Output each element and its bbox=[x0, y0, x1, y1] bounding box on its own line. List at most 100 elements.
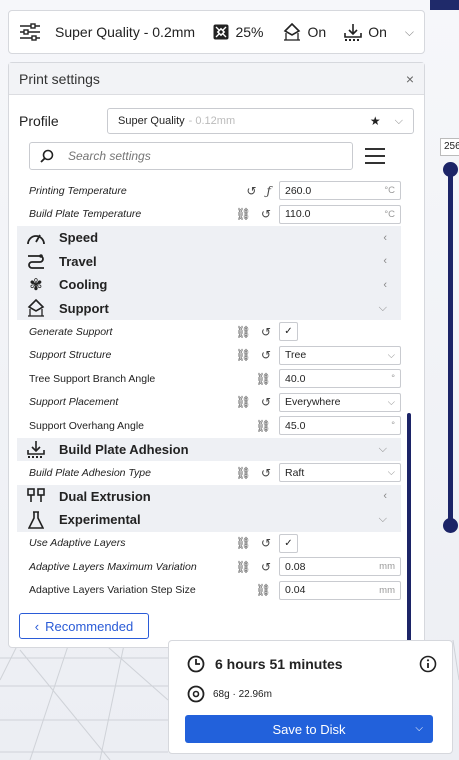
setting-label: Printing Temperature bbox=[29, 184, 127, 197]
category-dual-extrusion[interactable]: Dual Extrusion ‹ bbox=[17, 484, 401, 508]
support-structure-select[interactable]: Tree ⌵ bbox=[279, 345, 401, 365]
setting-row-printing-temperature: Printing Temperature ↺ ƒ 260.0 °C bbox=[29, 179, 401, 203]
chevron-left-icon: ‹ bbox=[383, 255, 387, 268]
star-icon[interactable]: ★ bbox=[370, 114, 381, 128]
panel-title: Print settings bbox=[19, 70, 100, 87]
reset-icon[interactable]: ↺ bbox=[261, 560, 271, 574]
support-placement-select[interactable]: Everywhere ⌵ bbox=[279, 392, 401, 412]
setting-row-adaptive-max-variation: Adaptive Layers Maximum Variation ⛓ ↺ 0.0… bbox=[29, 555, 401, 579]
link-icon[interactable]: ⛓ bbox=[256, 583, 271, 597]
info-icon[interactable] bbox=[419, 655, 437, 673]
reset-icon[interactable]: ↺ bbox=[261, 325, 271, 339]
link-icon[interactable]: ⛓ bbox=[256, 419, 271, 433]
fan-icon: ✾ bbox=[29, 276, 43, 294]
layer-slider-bottom-handle[interactable] bbox=[443, 518, 458, 533]
profile-selector[interactable]: Super Quality - 0.2mm bbox=[19, 23, 195, 41]
top-bar-strip bbox=[430, 0, 459, 10]
link-icon[interactable]: ⛓ bbox=[236, 536, 251, 550]
close-icon[interactable]: × bbox=[406, 71, 414, 87]
reset-icon[interactable]: ↺ bbox=[261, 207, 271, 221]
recommended-button[interactable]: ‹ Recommended bbox=[19, 613, 149, 639]
setting-row-support-structure: Support Structure ⛓ ↺ Tree ⌵ bbox=[29, 344, 401, 368]
layer-slider-top-handle[interactable] bbox=[443, 162, 458, 177]
search-box[interactable] bbox=[29, 142, 353, 170]
clock-icon bbox=[187, 655, 205, 673]
chevron-left-icon: ‹ bbox=[34, 618, 40, 634]
infill-indicator[interactable]: 25% bbox=[213, 24, 264, 40]
reset-icon[interactable]: ↺ bbox=[246, 184, 256, 198]
category-build-plate-adhesion[interactable]: Build Plate Adhesion ⌵ bbox=[17, 437, 401, 461]
support-value: On bbox=[307, 24, 327, 40]
support-overhang-angle-field[interactable]: 45.0 ° bbox=[279, 416, 401, 436]
chevron-down-icon: ⌵ bbox=[378, 301, 387, 314]
adaptive-step-size-field[interactable]: 0.04 mm bbox=[279, 580, 401, 600]
printing-temperature-field[interactable]: 260.0 °C bbox=[279, 181, 401, 201]
layer-slider-track[interactable] bbox=[448, 168, 453, 526]
infill-value: 25% bbox=[235, 24, 264, 40]
function-icon[interactable]: ƒ bbox=[267, 184, 271, 198]
save-to-disk-button[interactable]: Save to Disk ⌵ bbox=[185, 715, 433, 743]
chevron-down-icon: ⌵ bbox=[378, 442, 387, 455]
layer-number-field[interactable]: 256 bbox=[440, 138, 459, 156]
profile-dropdown[interactable]: Super Quality - 0.12mm ★ ⌵ bbox=[107, 108, 414, 134]
tree-branch-angle-field[interactable]: 40.0 ° bbox=[279, 369, 401, 389]
travel-icon bbox=[28, 254, 44, 270]
print-setup-header[interactable]: Super Quality - 0.2mm 25% On On ⌵ bbox=[8, 10, 425, 54]
profile-row: Profile Super Quality - 0.12mm ★ ⌵ bbox=[19, 107, 414, 135]
adaptive-max-variation-field[interactable]: 0.08 mm bbox=[279, 557, 401, 577]
adhesion-icon bbox=[27, 441, 45, 459]
settings-list: Printing Temperature ↺ ƒ 260.0 °C Build P… bbox=[17, 179, 401, 602]
link-icon[interactable]: ⛓ bbox=[236, 348, 251, 362]
search-row bbox=[29, 141, 414, 171]
link-icon[interactable]: ⛓ bbox=[236, 207, 251, 221]
chevron-down-icon: ⌵ bbox=[378, 513, 387, 526]
print-time-row: 6 hours 51 minutes bbox=[187, 655, 437, 673]
setting-row-tree-branch-angle: Tree Support Branch Angle ⛓ 40.0 ° bbox=[29, 367, 401, 391]
settings-sliders-icon bbox=[20, 23, 40, 41]
adhesion-type-select[interactable]: Raft ⌵ bbox=[279, 463, 401, 483]
flask-icon bbox=[28, 510, 44, 529]
print-settings-panel: Print settings × Profile Super Quality -… bbox=[8, 62, 425, 663]
link-icon[interactable]: ⛓ bbox=[236, 395, 251, 409]
link-icon[interactable]: ⛓ bbox=[236, 560, 251, 574]
settings-scrollbar[interactable] bbox=[407, 413, 411, 663]
settings-menu-icon[interactable] bbox=[365, 148, 385, 164]
reset-icon[interactable]: ↺ bbox=[261, 536, 271, 550]
support-indicator[interactable]: On bbox=[282, 23, 327, 41]
setting-row-support-overhang-angle: Support Overhang Angle ⛓ 45.0 ° bbox=[29, 414, 401, 438]
chevron-down-icon[interactable]: ⌵ bbox=[415, 723, 423, 734]
speed-icon bbox=[27, 234, 45, 244]
header-profile-label: Super Quality - 0.2mm bbox=[55, 24, 196, 40]
reset-icon[interactable]: ↺ bbox=[261, 348, 271, 362]
category-experimental[interactable]: Experimental ⌵ bbox=[17, 508, 401, 532]
link-icon[interactable]: ⛓ bbox=[256, 372, 271, 386]
link-icon[interactable]: ⛓ bbox=[236, 325, 251, 339]
link-icon[interactable]: ⛓ bbox=[236, 466, 251, 480]
build-plate-temperature-field[interactable]: 110.0 °C bbox=[279, 204, 401, 224]
infill-icon bbox=[213, 24, 229, 40]
profile-layer-height: - 0.12mm bbox=[188, 115, 236, 127]
reset-icon[interactable]: ↺ bbox=[261, 466, 271, 480]
reset-icon[interactable]: ↺ bbox=[261, 395, 271, 409]
adhesion-indicator[interactable]: On bbox=[344, 23, 387, 41]
category-cooling[interactable]: ✾ Cooling ‹ bbox=[17, 273, 401, 297]
profile-label: Profile bbox=[19, 113, 59, 129]
generate-support-checkbox[interactable]: ✓ bbox=[279, 322, 298, 342]
print-time: 6 hours 51 minutes bbox=[215, 656, 343, 672]
chevron-left-icon: ‹ bbox=[383, 490, 387, 503]
search-input[interactable] bbox=[68, 149, 308, 163]
use-adaptive-layers-checkbox[interactable]: ✓ bbox=[279, 533, 298, 553]
search-icon bbox=[40, 149, 54, 163]
chevron-down-icon: ⌵ bbox=[394, 114, 403, 127]
support-icon bbox=[27, 299, 45, 317]
chevron-down-icon: ⌵ bbox=[387, 396, 395, 408]
chevron-down-icon: ⌵ bbox=[387, 467, 395, 479]
category-speed[interactable]: Speed ‹ bbox=[17, 226, 401, 250]
category-support[interactable]: Support ⌵ bbox=[17, 296, 401, 320]
chevron-left-icon: ‹ bbox=[383, 231, 387, 244]
print-output-panel: 6 hours 51 minutes 68g · 22.96m Save to … bbox=[168, 640, 453, 754]
category-travel[interactable]: Travel ‹ bbox=[17, 249, 401, 273]
profile-name: Super Quality bbox=[118, 115, 185, 127]
header-chevron-down-icon[interactable]: ⌵ bbox=[405, 25, 414, 40]
panel-title-bar: Print settings × bbox=[9, 63, 424, 95]
